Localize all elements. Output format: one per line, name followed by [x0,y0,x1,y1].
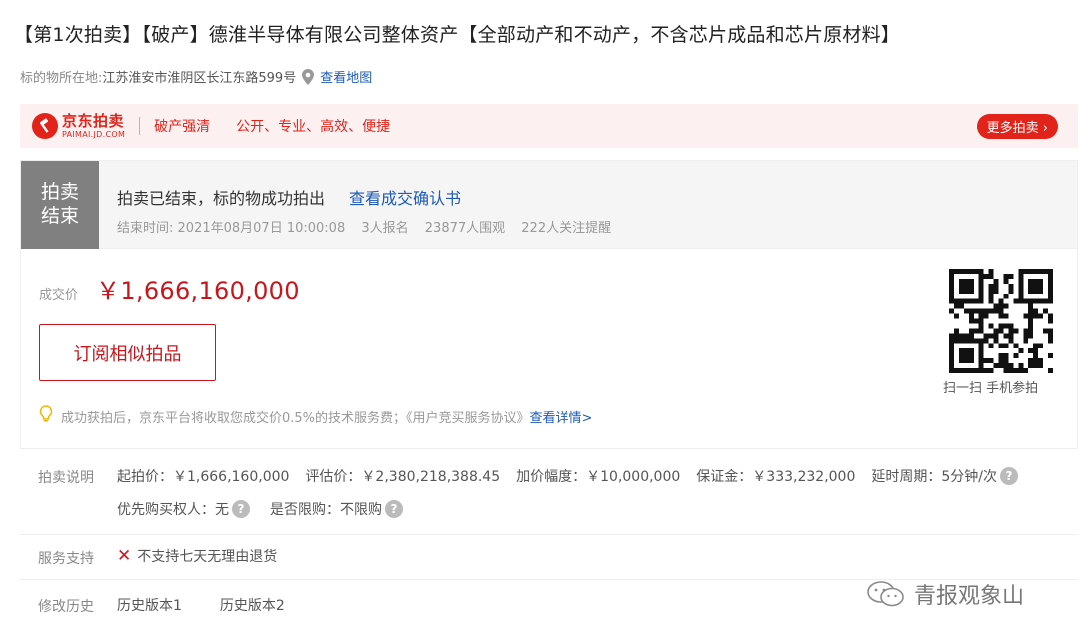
banner-divider [139,117,141,135]
service-support-row: 服务支持 ✕ 不支持七天无理由退货 [20,535,1078,580]
brand-domain: PAIMAI.JD.COM [62,129,126,139]
end-time-label: 结束时间: [117,221,174,236]
qr-code [949,269,1053,373]
status-badge-line2: 结束 [40,205,79,227]
follower-count: 222人关注提醒 [521,221,612,236]
delay-period: 延时周期：5分钟/次 [871,469,997,485]
starting-price: 起拍价：￥1,666,160,000 [117,469,290,485]
edit-history-label: 修改历史 [38,599,94,615]
help-icon[interactable]: ? [385,500,403,518]
watermark-text: 青报观象山 [914,584,1025,609]
jd-auction-banner: 京东拍卖 PAIMAI.JD.COM 破产强清 公开、专业、高效、便捷 更多拍卖… [20,104,1078,148]
bid-increment: 加价幅度：￥10,000,000 [516,469,681,485]
status-details: 结束时间: 2021年08月07日 10:00:08 3人报名 23877人围观… [117,217,623,236]
end-time: 2021年08月07日 10:00:08 [177,221,346,236]
service-support-label: 服务支持 [38,551,94,567]
help-icon[interactable]: ? [232,500,250,518]
map-pin-icon [302,68,315,85]
auction-status-panel: 拍卖 结束 拍卖已结束，标的物成功拍出 查看成交确认书 结束时间: 2021年0… [20,160,1078,249]
auction-info-label: 拍卖说明 [38,470,94,486]
service-fee-note: 成功获拍后，京东平台将收取您成交价0.5%的技术服务费；《用户竞买服务协议》 查… [39,405,592,427]
close-icon: ✕ [117,546,132,566]
location-label: 标的物所在地: [20,71,103,86]
auction-info-row: 拍卖说明 起拍价：￥1,666,160,000 评估价：￥2,380,218,3… [20,449,1078,535]
purchase-limit: 是否限购：不限购 [270,502,382,518]
deal-price-label: 成交价 [39,288,79,303]
status-badge: 拍卖 结束 [21,161,99,249]
hammer-icon [32,113,58,139]
no-return-text: 不支持七天无理由退货 [137,549,278,565]
status-badge-line1: 拍卖 [40,181,79,204]
service-fee-text: 成功获拍后，京东平台将收取您成交价0.5%的技术服务费；《用户竞买服务协议》 [61,410,530,426]
deal-panel: 成交价 ￥1,666,160,000 订阅相似拍品 成功获拍后，京东平台将收取您… [20,249,1078,449]
location-address: 江苏淮安市淮阴区长江东路599号 [102,71,297,86]
deposit: 保证金：￥333,232,000 [696,469,856,485]
history-version-link[interactable]: 历史版本2 [220,595,285,615]
banner-tag: 破产强清 [154,119,211,135]
priority-buyer: 优先购买权人：无 [117,502,229,518]
page-title: 【第1次拍卖】【破产】德淮半导体有限公司整体资产【全部动产和不动产，不含芯片成品… [14,24,900,46]
view-certificate-link[interactable]: 查看成交确认书 [349,185,461,209]
wechat-icon [867,581,904,607]
banner-slogan: 公开、专业、高效、便捷 [236,119,391,135]
view-details-link[interactable]: 查看详情> [530,407,593,426]
subscribe-similar-button[interactable]: 订阅相似拍品 [39,324,216,381]
more-auctions-button[interactable]: 更多拍卖 › [976,114,1058,139]
help-icon[interactable]: ? [1000,467,1018,485]
view-map-link[interactable]: 查看地图 [320,67,372,86]
brand-name: 京东拍卖 [62,111,125,130]
history-version-link[interactable]: 历史版本1 [117,595,182,615]
status-message: 拍卖已结束，标的物成功拍出 [117,189,326,208]
qr-caption: 扫一扫 手机参拍 [943,381,1039,396]
appraisal-price: 评估价：￥2,380,218,388.45 [305,469,501,485]
item-location: 标的物所在地: 江苏淮安市淮阴区长江东路599号 查看地图 [20,67,372,86]
viewer-count: 23877人围观 [424,221,506,236]
jd-auction-logo[interactable]: 京东拍卖 PAIMAI.JD.COM [32,113,125,139]
lightbulb-icon [39,405,53,427]
signup-count: 3人报名 [361,221,409,236]
wechat-watermark: 青报观象山 [866,578,1024,610]
deal-price: ￥1,666,160,000 [96,277,300,305]
